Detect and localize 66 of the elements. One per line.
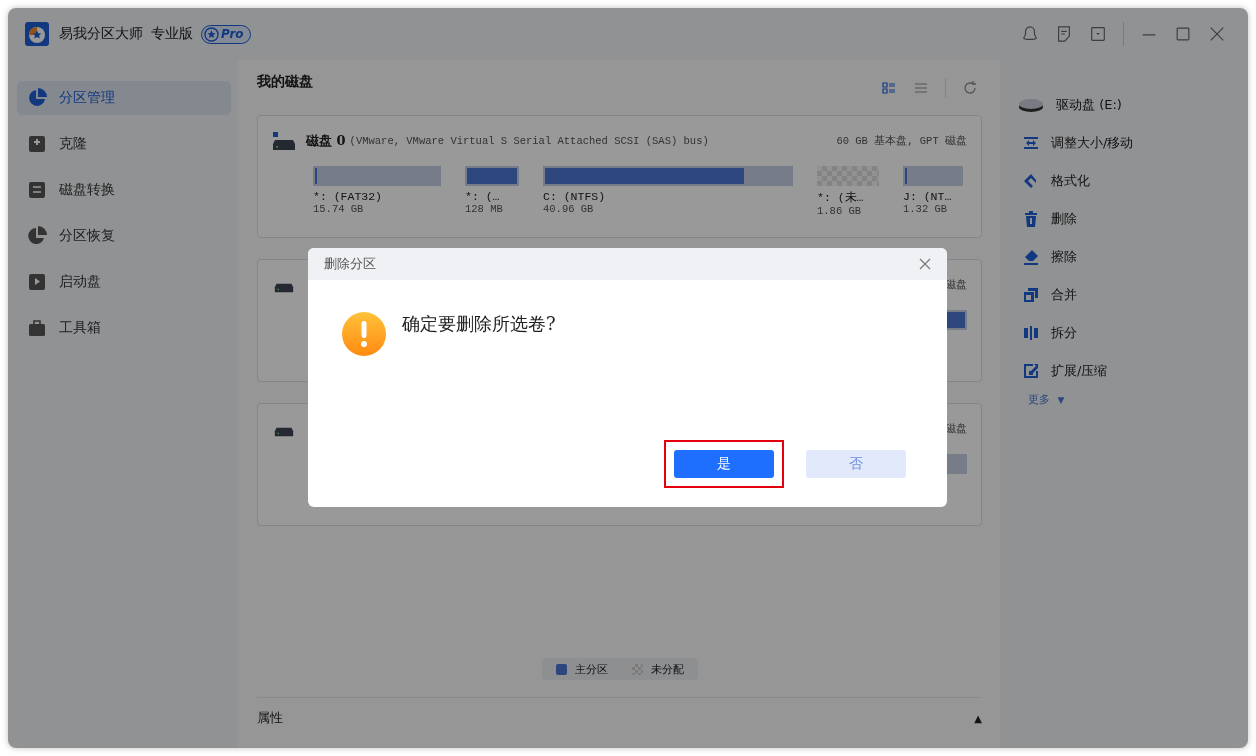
action-item[interactable]: 擦除 [1018, 238, 1248, 276]
partition-label: *: (… [465, 190, 501, 203]
action-item[interactable]: 合并 [1018, 276, 1248, 314]
disk-icon [1018, 97, 1044, 113]
partition-size: 40.96 GB [543, 203, 595, 215]
disk-drive-icon [272, 283, 296, 293]
action-item[interactable]: 拆分 [1018, 314, 1248, 352]
action-item[interactable]: 删除 [1018, 200, 1248, 238]
disk-info: 60 GB 基本盘, GPT 磁盘 [836, 134, 967, 148]
action-item[interactable]: 调整大小/移动 [1018, 124, 1248, 162]
action-icon [1023, 325, 1039, 341]
pro-badge: Pro [201, 24, 251, 44]
action-icon [1023, 249, 1039, 265]
edition-label: 专业版 [151, 25, 193, 43]
app-title: 易我分区大师 [59, 25, 143, 43]
section-title: 我的磁盘 [257, 72, 313, 91]
sidebar-icon [27, 134, 47, 154]
dialog-message: 确定要删除所选卷? [402, 312, 556, 336]
feedback-icon[interactable] [1055, 25, 1073, 43]
yes-button[interactable]: 是 [674, 450, 774, 478]
drive-label: 驱动盘 (E:) [1056, 96, 1122, 114]
close-icon[interactable] [1208, 25, 1226, 43]
properties-label: 属性 [257, 709, 283, 727]
action-icon [1023, 211, 1039, 227]
sidebar-item[interactable]: 分区管理 [17, 81, 231, 115]
disk-name: 磁盘 0 [306, 132, 346, 150]
partition-size: 15.74 GB [313, 203, 365, 215]
partition-size: 1.86 GB [817, 205, 863, 217]
partition-label: *: (FAT32) [313, 190, 383, 203]
warning-icon [342, 312, 386, 356]
sidebar-icon [27, 226, 47, 246]
partition-label: C: (NTFS) [543, 190, 607, 203]
refresh-icon[interactable] [962, 79, 978, 96]
dialog-title: 删除分区 [324, 255, 376, 273]
sidebar-item[interactable]: 分区恢复 [17, 219, 231, 253]
sidebar-icon [27, 272, 47, 292]
legend-swatch [555, 663, 567, 675]
action-icon [1023, 135, 1039, 151]
disk-model: (VMware, VMware Virtual S Serial Attached SCSI (SAS) bus) [349, 135, 709, 147]
sidebar-item[interactable]: 磁盘转换 [17, 173, 231, 207]
disk-drive-icon [272, 427, 296, 437]
legend-label: 主分区 [574, 661, 608, 677]
disk-drive-icon [272, 131, 296, 151]
sidebar-item[interactable]: 启动盘 [17, 265, 231, 299]
action-icon [1023, 287, 1039, 303]
dropdown-icon[interactable] [1089, 25, 1107, 43]
collapse-toggle[interactable]: ▲ [974, 712, 982, 724]
action-icon [1023, 363, 1039, 379]
sidebar-icon [27, 180, 47, 200]
partition-label: *: (未… [817, 190, 865, 205]
sidebar-item[interactable]: 克隆 [17, 127, 231, 161]
partition-size: 1.32 GB [903, 203, 949, 215]
sidebar-item[interactable]: 工具箱 [17, 311, 231, 345]
grid-view-icon[interactable] [881, 79, 897, 96]
sidebar-icon [27, 318, 47, 338]
more-link[interactable]: 更多 ▼ [1018, 392, 1248, 407]
partition-label: J: (NT… [903, 190, 953, 203]
action-item[interactable]: 格式化 [1018, 162, 1248, 200]
app-logo-icon [25, 22, 49, 46]
partition-size: 128 MB [465, 203, 504, 215]
legend-label: 未分配 [650, 661, 684, 677]
sidebar-icon [27, 88, 47, 108]
action-item[interactable]: 扩展/压缩 [1018, 352, 1248, 390]
close-icon[interactable] [919, 258, 931, 270]
maximize-icon[interactable] [1174, 25, 1192, 43]
action-icon [1023, 173, 1039, 189]
